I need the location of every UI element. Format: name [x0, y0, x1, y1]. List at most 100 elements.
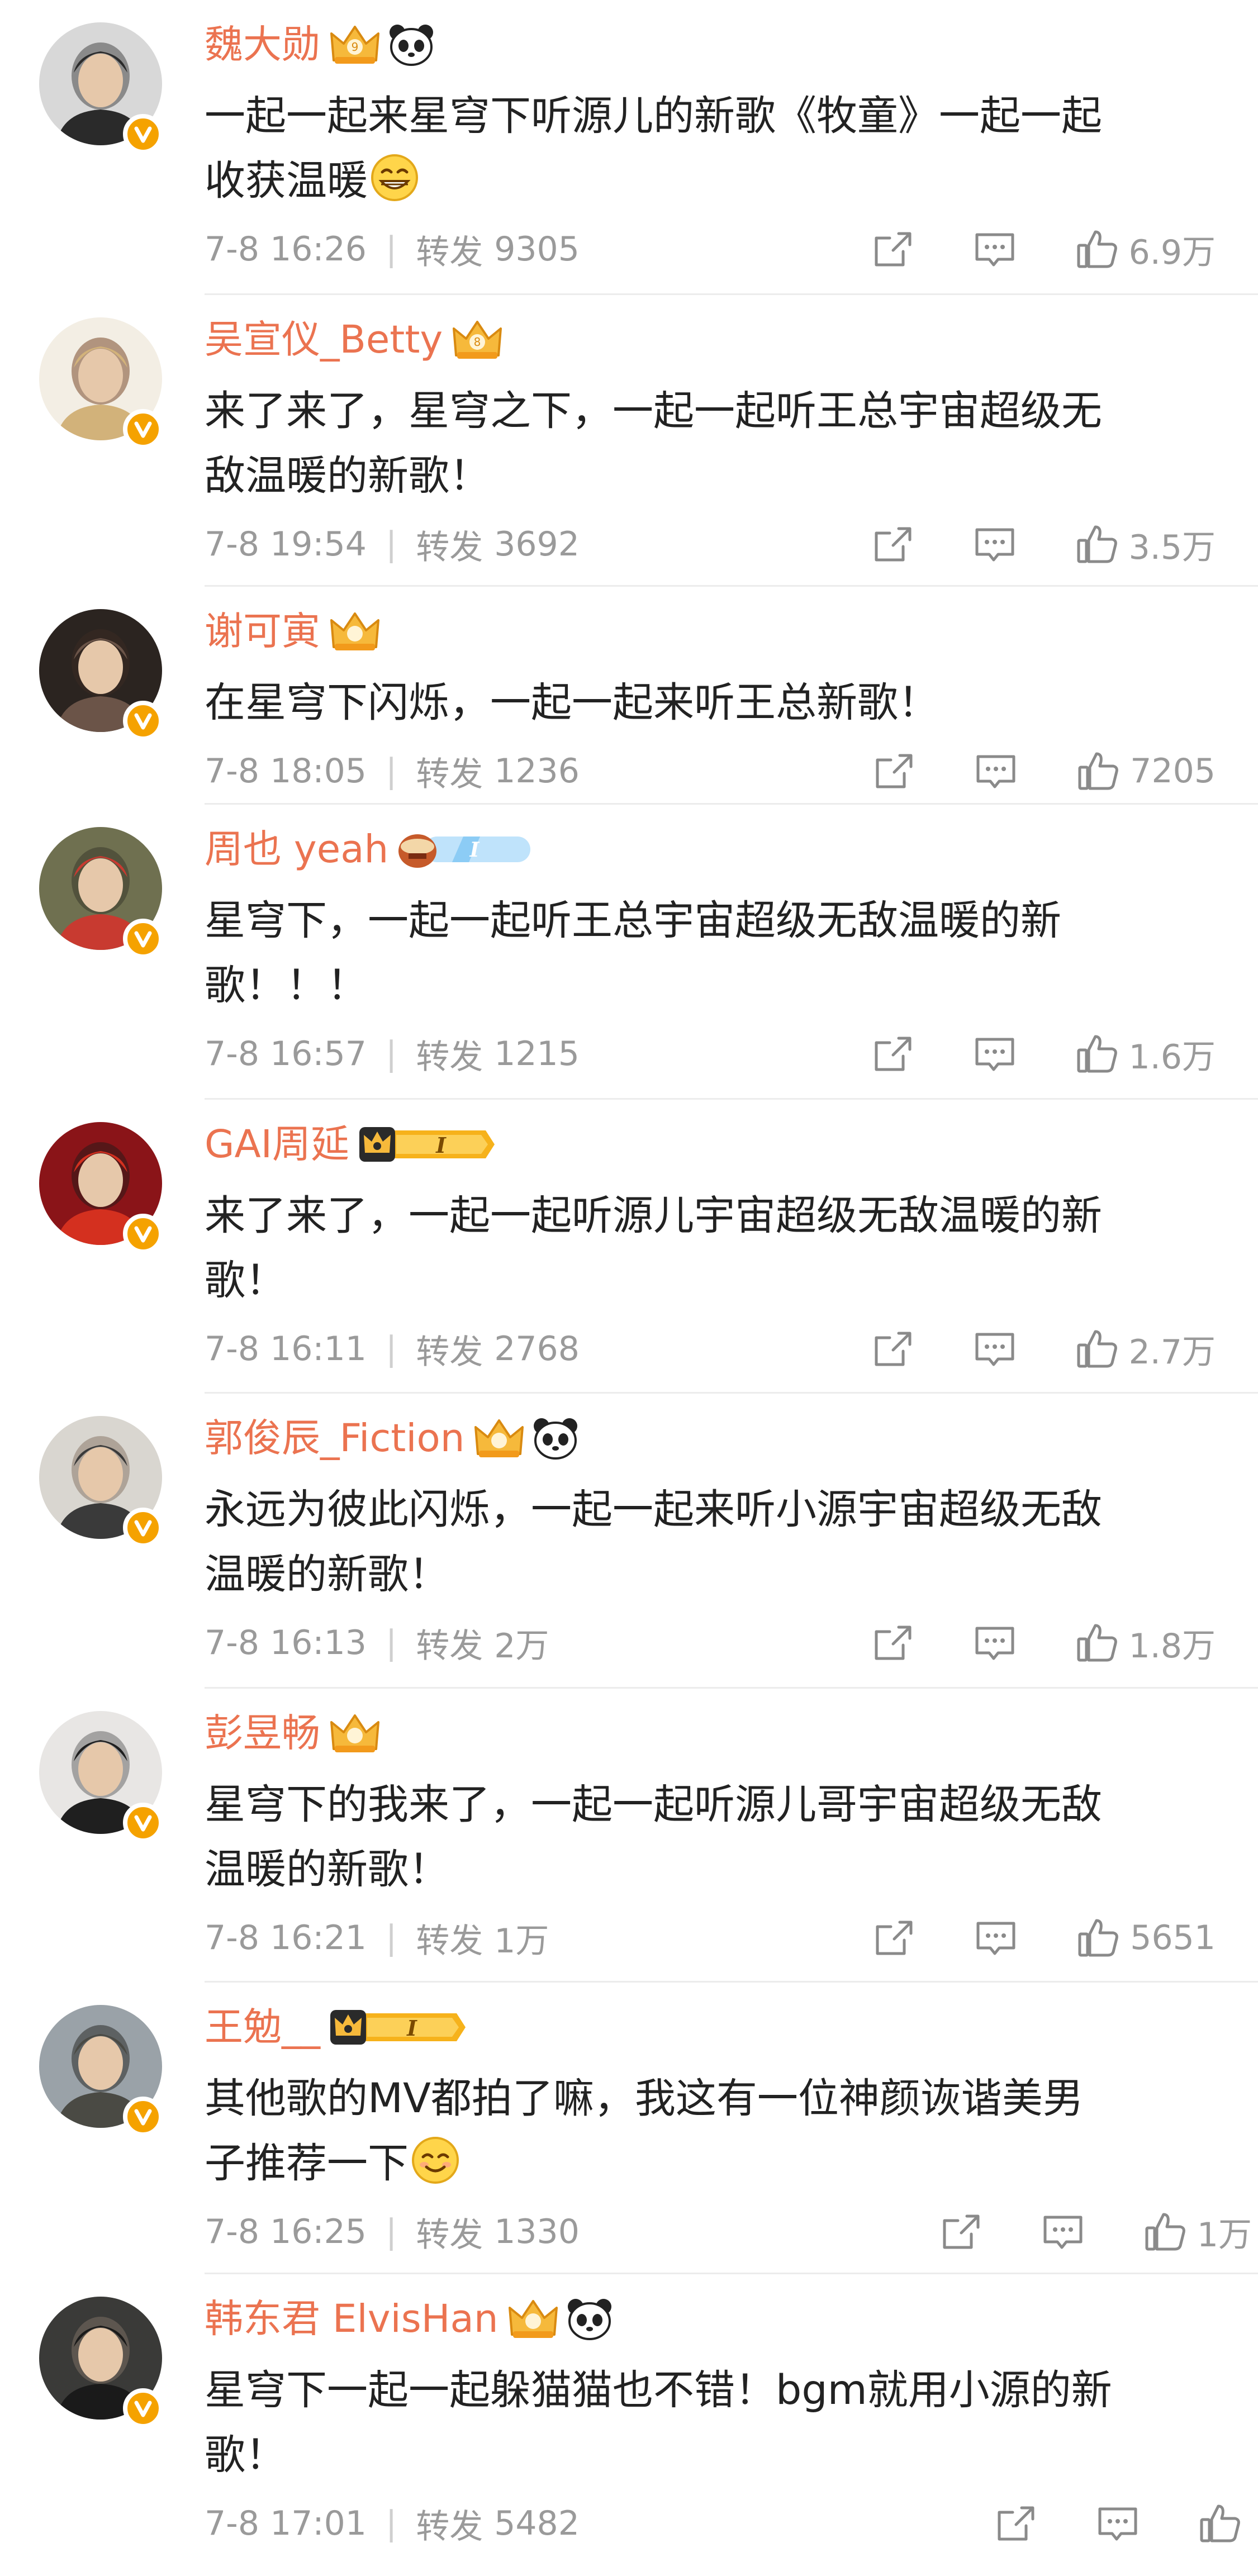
share-icon: [876, 754, 913, 788]
share-button[interactable]: [995, 2503, 1037, 2544]
verified-badge: [123, 1214, 163, 1254]
share-button[interactable]: [940, 2212, 982, 2252]
repost-count: 9305: [494, 230, 580, 269]
like-button[interactable]: 7205: [1076, 750, 1216, 792]
share-button[interactable]: [872, 524, 914, 564]
svg-text:8: 8: [474, 335, 481, 349]
share-button[interactable]: [872, 1329, 914, 1369]
comment-icon: [1043, 2216, 1083, 2249]
share-button[interactable]: [873, 751, 915, 791]
comment-button[interactable]: [974, 524, 1016, 564]
crown-badge-icon: [506, 2295, 560, 2342]
verified-v-icon: [134, 1520, 152, 1537]
comment-button[interactable]: [974, 1034, 1016, 1074]
comment-text: 星穹下，一起一起听王总宇宙超级无敌温暖的新 歌！！！: [205, 888, 1210, 1018]
comment-icon: [1098, 2507, 1137, 2541]
comment-button[interactable]: [975, 751, 1017, 791]
username[interactable]: 周也 yeah: [205, 830, 388, 869]
username[interactable]: GAI周延: [205, 1125, 349, 1164]
timestamp: 7-8 19:54: [205, 525, 367, 564]
repost-count: 1330: [494, 2212, 580, 2251]
panda-badge-icon: [566, 2297, 614, 2341]
comment-text-content: 星穹下，一起一起听王总宇宙超级无敌温暖的新 歌！！！: [205, 897, 1061, 1009]
crown-badge-icon: [328, 1710, 382, 1757]
username[interactable]: 谢可寅: [205, 612, 320, 651]
comment-text: 在星穹下闪烁，一起一起来听王总新歌！: [205, 671, 1210, 735]
like-button[interactable]: 2.7万: [1075, 1325, 1216, 1373]
share-button[interactable]: [873, 1918, 915, 1958]
level-icon: I: [330, 2010, 466, 2045]
timestamp: 7-8 16:21: [205, 1918, 367, 1957]
comment-button[interactable]: [975, 1918, 1017, 1958]
crown-icon: [330, 612, 379, 650]
comment-item: 彭昱畅星穹下的我来了，一起一起听源儿哥宇宙超级无敌 温暖的新歌！ 7-8 16:2…: [0, 1689, 1258, 1990]
level-icon: I: [359, 1127, 495, 1162]
comment-text-content: 星穹下的我来了，一起一起听源儿哥宇宙超级无敌 温暖的新歌！: [205, 1781, 1102, 1893]
thumbs-up-icon: [1078, 1919, 1119, 1957]
comment-button[interactable]: [1096, 2503, 1139, 2544]
like-button[interactable]: 1.8万: [1075, 1619, 1216, 1667]
like-button[interactable]: 1.6万: [1075, 1030, 1216, 1078]
repost-label: 转发: [416, 527, 483, 567]
verified-v-icon: [134, 931, 152, 948]
username[interactable]: 王勉__: [205, 2008, 320, 2047]
comment-meta: 7-8 18:05 | 转发 1236: [205, 749, 580, 794]
timestamp: 7-8 17:01: [205, 2504, 367, 2543]
comment-text-content: 其他歌的MV都拍了嘛，我这有一位神颜诙谐美男 子推荐一下: [205, 2075, 1084, 2187]
comment-text: 一起一起来星穹下听源儿的新歌《牧童》一起一起 收获温暖: [205, 84, 1210, 213]
share-icon: [875, 1332, 912, 1366]
share-button[interactable]: [872, 1034, 914, 1074]
share-icon: [998, 2506, 1034, 2541]
comment-button[interactable]: [1042, 2212, 1084, 2252]
crown-icon: 9: [330, 26, 379, 64]
comment-meta: 7-8 16:11 | 转发 2768: [205, 1327, 580, 1372]
like-button[interactable]: 3.5万: [1075, 520, 1216, 569]
grin-face-icon: [371, 154, 418, 201]
comment-text: 星穹下一起一起躲猫猫也不错！bgm就用小源的新 歌！: [205, 2358, 1210, 2488]
share-button[interactable]: [872, 1623, 914, 1663]
like-button[interactable]: 1万: [1143, 2208, 1252, 2256]
separator: |: [385, 230, 397, 269]
like-button[interactable]: 5651: [1076, 1917, 1216, 1959]
username[interactable]: 彭昱畅: [205, 1714, 320, 1753]
username-row: 韩东君 ElvisHan: [205, 2293, 614, 2345]
thumbs-up-icon: [1077, 1330, 1117, 1368]
username[interactable]: 郭俊辰_Fiction: [205, 1419, 464, 1458]
comment-meta: 7-8 16:21 | 转发 1万: [205, 1916, 549, 1961]
level-badge-icon: I: [357, 1124, 498, 1165]
crown-badge-icon: 8: [450, 316, 504, 363]
thumbs-up-icon: [1145, 2213, 1185, 2251]
level-icon: I: [398, 834, 531, 868]
comment-meta: 7-8 16:13 | 转发 2万: [205, 1620, 549, 1666]
repost-count: 1236: [494, 752, 580, 791]
crown-icon: [508, 2300, 558, 2338]
comment-button[interactable]: [974, 1329, 1016, 1369]
panda-icon: [534, 1418, 578, 1460]
username[interactable]: 魏大勋: [205, 25, 320, 64]
level-badge-icon: I: [396, 829, 537, 870]
like-count: 5651: [1130, 1918, 1216, 1957]
like-button[interactable]: 6.9万: [1075, 225, 1216, 274]
verified-badge: [123, 1803, 163, 1843]
comment-actions: 3.5万: [872, 516, 1216, 572]
username-row: 王勉__ I: [205, 2002, 469, 2053]
username-row: 吴宣仪_Betty 8: [205, 314, 504, 365]
svg-text:9: 9: [352, 40, 359, 54]
username[interactable]: 韩东君 ElvisHan: [205, 2299, 499, 2339]
comment-actions: 1.8万: [872, 1615, 1216, 1671]
verified-badge: [123, 2097, 163, 2137]
repost-count: 5482: [494, 2504, 580, 2543]
share-icon: [875, 527, 912, 562]
comment-button[interactable]: [974, 229, 1016, 269]
comment-text-content: 来了来了，一起一起听源儿宇宙超级无敌温暖的新 歌！: [205, 1192, 1102, 1304]
comment-item: GAI周延 I 来了来了，一起一起听源儿宇宙超级无敌温暖的新 歌！ 7-8 16:11…: [0, 1100, 1258, 1401]
like-button[interactable]: [1198, 2503, 1252, 2544]
like-count: 3.5万: [1128, 527, 1216, 567]
verified-v-icon: [134, 2401, 152, 2417]
comment-button[interactable]: [974, 1623, 1016, 1663]
username[interactable]: 吴宣仪_Betty: [205, 320, 443, 359]
share-icon: [875, 1626, 912, 1660]
username-row: GAI周延 I: [205, 1119, 498, 1170]
thumbs-up-icon: [1077, 1624, 1117, 1662]
share-button[interactable]: [872, 229, 914, 269]
